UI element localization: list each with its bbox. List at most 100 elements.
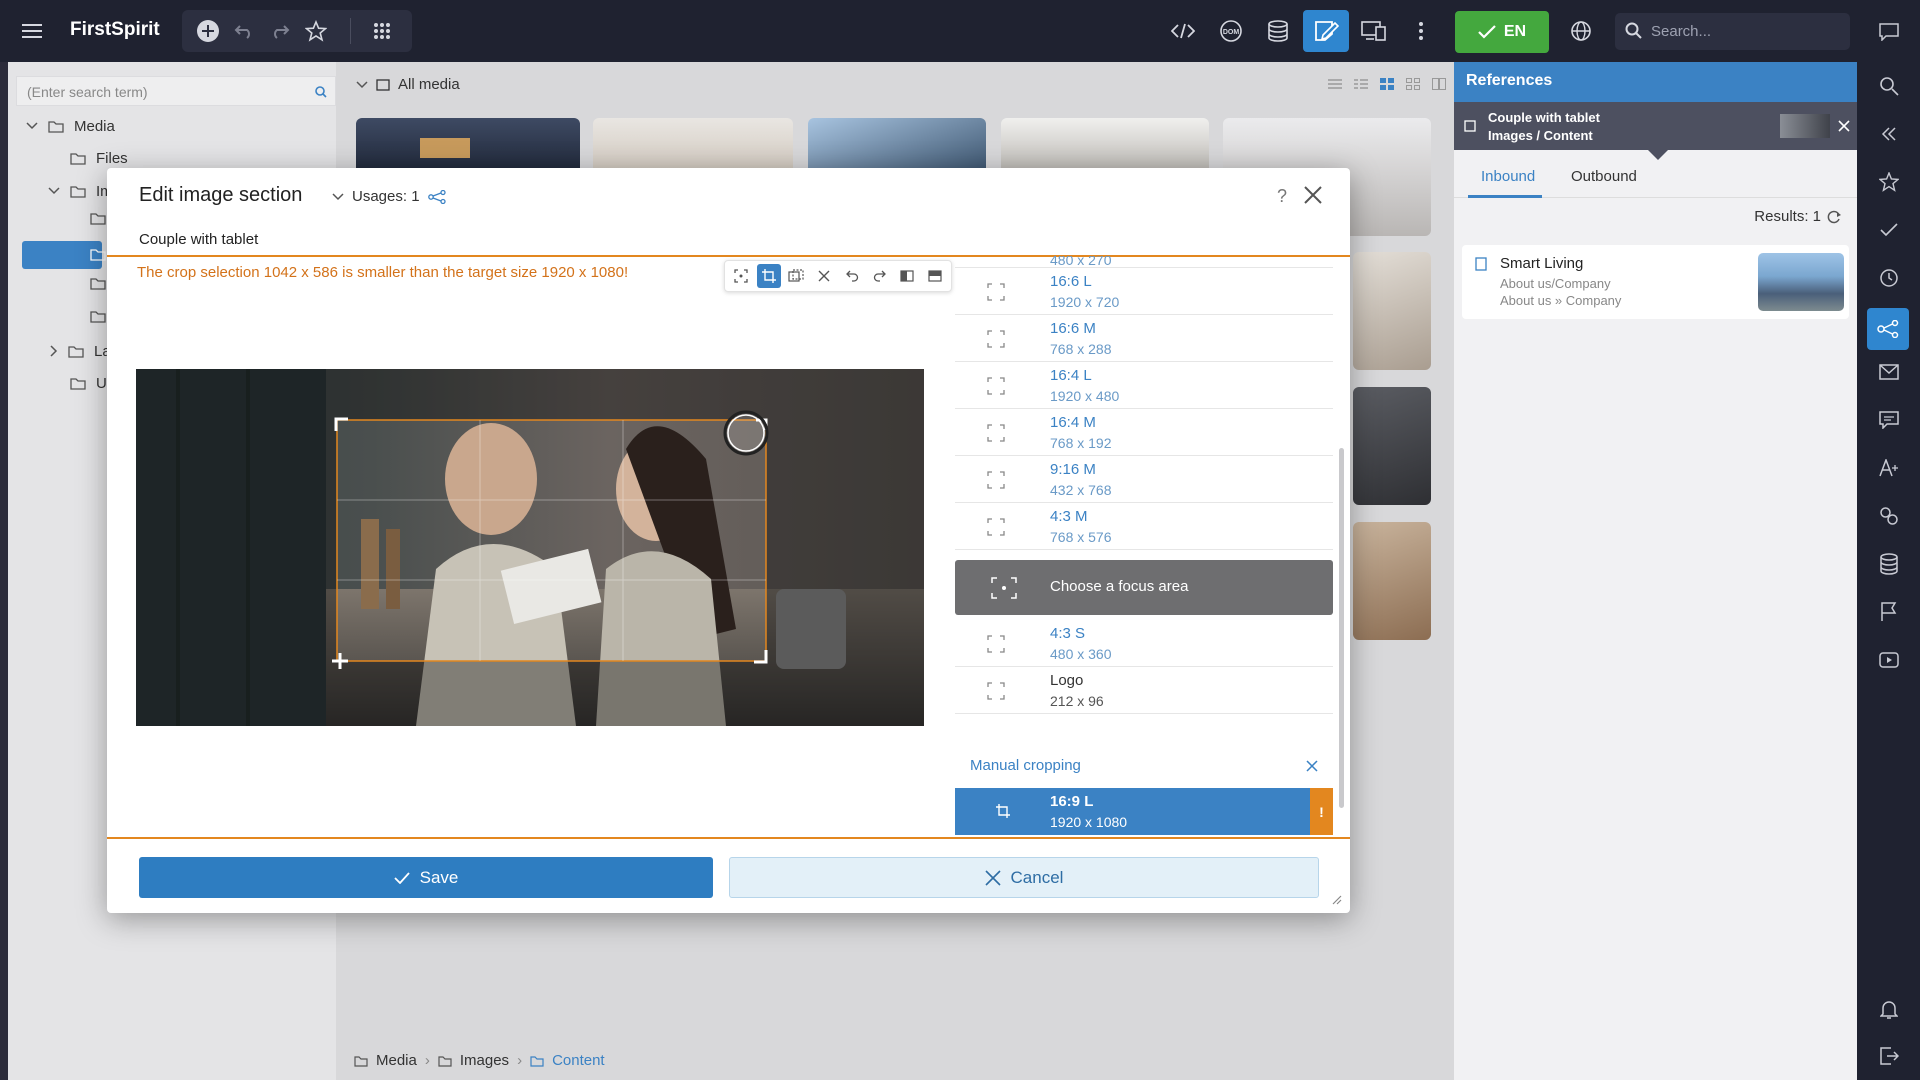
preset-16-4-m[interactable]: 16:4 M 768 x 192 [955, 409, 1333, 456]
collapse-left-icon[interactable] [1873, 118, 1905, 150]
crop-canvas[interactable] [136, 369, 924, 726]
save-button[interactable]: Save [139, 857, 713, 898]
close-icon[interactable] [1838, 120, 1850, 132]
rotate-right-icon[interactable] [868, 264, 892, 288]
tasks-check-icon[interactable] [1873, 214, 1905, 246]
tree-item-images[interactable]: Im [48, 177, 113, 205]
folder-icon [90, 249, 106, 261]
apps-grid-icon[interactable] [364, 13, 400, 49]
redo-icon[interactable] [262, 13, 298, 49]
resize-handle-icon[interactable] [1332, 895, 1342, 905]
tree-item-selected[interactable] [22, 241, 106, 269]
history-clock-icon[interactable] [1873, 262, 1905, 294]
view-switcher [1328, 78, 1446, 90]
usages-dropdown[interactable]: Usages: 1 [332, 188, 446, 205]
tree-search-input[interactable]: (Enter search term) [16, 76, 336, 106]
preset-4-3-m[interactable]: 4:3 M 768 x 576 [955, 503, 1333, 550]
edit-mode-icon[interactable] [1303, 10, 1349, 52]
preview-devices-icon[interactable] [1356, 13, 1392, 49]
add-icon[interactable] [190, 13, 226, 49]
star-icon[interactable] [298, 13, 334, 49]
media-thumbnail[interactable] [1353, 387, 1431, 505]
preset-warning-flag: ! [1310, 788, 1333, 835]
references-tabs: Inbound Outbound [1454, 158, 1857, 198]
preset-16-6-m[interactable]: 16:6 M 768 x 288 [955, 315, 1333, 362]
reference-card[interactable]: Smart Living About us/Company About us »… [1462, 245, 1849, 319]
preset-size: 432 x 768 [1050, 482, 1112, 498]
crop-frame-icon [987, 283, 1005, 301]
tab-outbound[interactable]: Outbound [1571, 168, 1637, 185]
cancel-button[interactable]: Cancel [729, 857, 1319, 898]
breadcrumb-item[interactable]: Media [376, 1052, 417, 1069]
preset-9-16-m[interactable]: 9:16 M 432 x 768 [955, 456, 1333, 503]
tree-subfolder[interactable] [90, 212, 106, 225]
close-icon[interactable] [1306, 760, 1318, 772]
dialog-title: Edit image section [139, 184, 303, 206]
undo-icon[interactable] [226, 13, 262, 49]
reference-card-title: Smart Living [1500, 255, 1584, 272]
preset-16-9-l-active[interactable]: 16:9 L 1920 x 1080 ! [955, 788, 1333, 835]
mail-icon[interactable] [1873, 356, 1905, 388]
global-search-input[interactable]: Search... [1615, 13, 1850, 50]
rotate-left-icon[interactable] [840, 264, 864, 288]
help-icon[interactable]: ? [1275, 186, 1289, 204]
references-share-icon[interactable] [1867, 308, 1909, 350]
search-icon[interactable] [1873, 70, 1905, 102]
dom-icon[interactable]: DOM [1213, 13, 1249, 49]
messages-icon[interactable] [1873, 16, 1905, 48]
bookmark-star-icon[interactable] [1873, 166, 1905, 198]
flag-icon[interactable] [1873, 596, 1905, 628]
breadcrumb-item-current[interactable]: Content [552, 1052, 605, 1069]
focus-icon[interactable] [729, 264, 753, 288]
choose-focus-area-button[interactable]: Choose a focus area [955, 560, 1333, 615]
remove-selection-icon[interactable] [812, 264, 836, 288]
tree-item-layout[interactable]: La [50, 337, 111, 365]
breadcrumb-item[interactable]: Images [460, 1052, 509, 1069]
code-icon[interactable] [1165, 13, 1201, 49]
flip-horizontal-icon[interactable] [896, 264, 920, 288]
language-release-button[interactable]: EN [1455, 11, 1549, 53]
close-icon[interactable] [1304, 186, 1322, 204]
preset-size: 1920 x 480 [1050, 388, 1120, 404]
list-view-icon[interactable] [1328, 78, 1342, 90]
logout-icon[interactable] [1873, 1040, 1905, 1072]
video-play-icon[interactable] [1873, 644, 1905, 676]
preset-size: 1920 x 1080 [1050, 814, 1128, 830]
preset-16-6-l[interactable]: 16:6 L 1920 x 720 [955, 268, 1333, 315]
tab-inbound[interactable]: Inbound [1481, 168, 1535, 185]
media-thumbnail[interactable] [1353, 252, 1431, 370]
detail-view-icon[interactable] [1354, 78, 1368, 90]
preset-logo[interactable]: Logo 212 x 96 [955, 667, 1333, 714]
translate-icon[interactable] [1873, 452, 1905, 484]
comments-icon[interactable] [1873, 404, 1905, 436]
link-icon[interactable] [1873, 500, 1905, 532]
notifications-bell-icon[interactable] [1873, 993, 1905, 1025]
media-thumbnail[interactable] [1353, 522, 1431, 640]
crop-icon[interactable] [756, 264, 781, 288]
data-sources-icon[interactable] [1873, 548, 1905, 580]
references-share-icon[interactable] [427, 189, 446, 204]
globe-icon[interactable] [1563, 13, 1599, 49]
reference-source-thumbnail [1780, 114, 1830, 138]
flip-vertical-icon[interactable] [923, 264, 947, 288]
hamburger-menu-icon[interactable] [14, 13, 50, 49]
folder-icon [70, 152, 86, 165]
tree-item-media[interactable]: Media [26, 112, 115, 140]
presets-scrollbar[interactable] [1339, 448, 1344, 808]
large-view-icon[interactable] [1432, 78, 1446, 90]
preset-name: 16:4 M [1050, 414, 1096, 431]
more-vertical-icon[interactable] [1403, 13, 1439, 49]
refresh-icon[interactable] [1827, 210, 1841, 224]
tree-subfolder[interactable] [90, 310, 106, 323]
chevron-right-icon [50, 345, 58, 357]
preset-16-4-l[interactable]: 16:4 L 1920 x 480 [955, 362, 1333, 409]
tile-view-icon[interactable] [1380, 78, 1394, 90]
media-folder-header[interactable]: All media [356, 76, 460, 93]
search-placeholder: Search... [1651, 23, 1712, 40]
resize-icon[interactable] [785, 264, 809, 288]
reference-source-title: Couple with tablet [1488, 110, 1600, 125]
tree-subfolder[interactable] [90, 277, 106, 290]
grid-view-icon[interactable] [1406, 78, 1420, 90]
database-icon[interactable] [1260, 13, 1296, 49]
preset-4-3-s[interactable]: 4:3 S 480 x 360 [955, 620, 1333, 667]
